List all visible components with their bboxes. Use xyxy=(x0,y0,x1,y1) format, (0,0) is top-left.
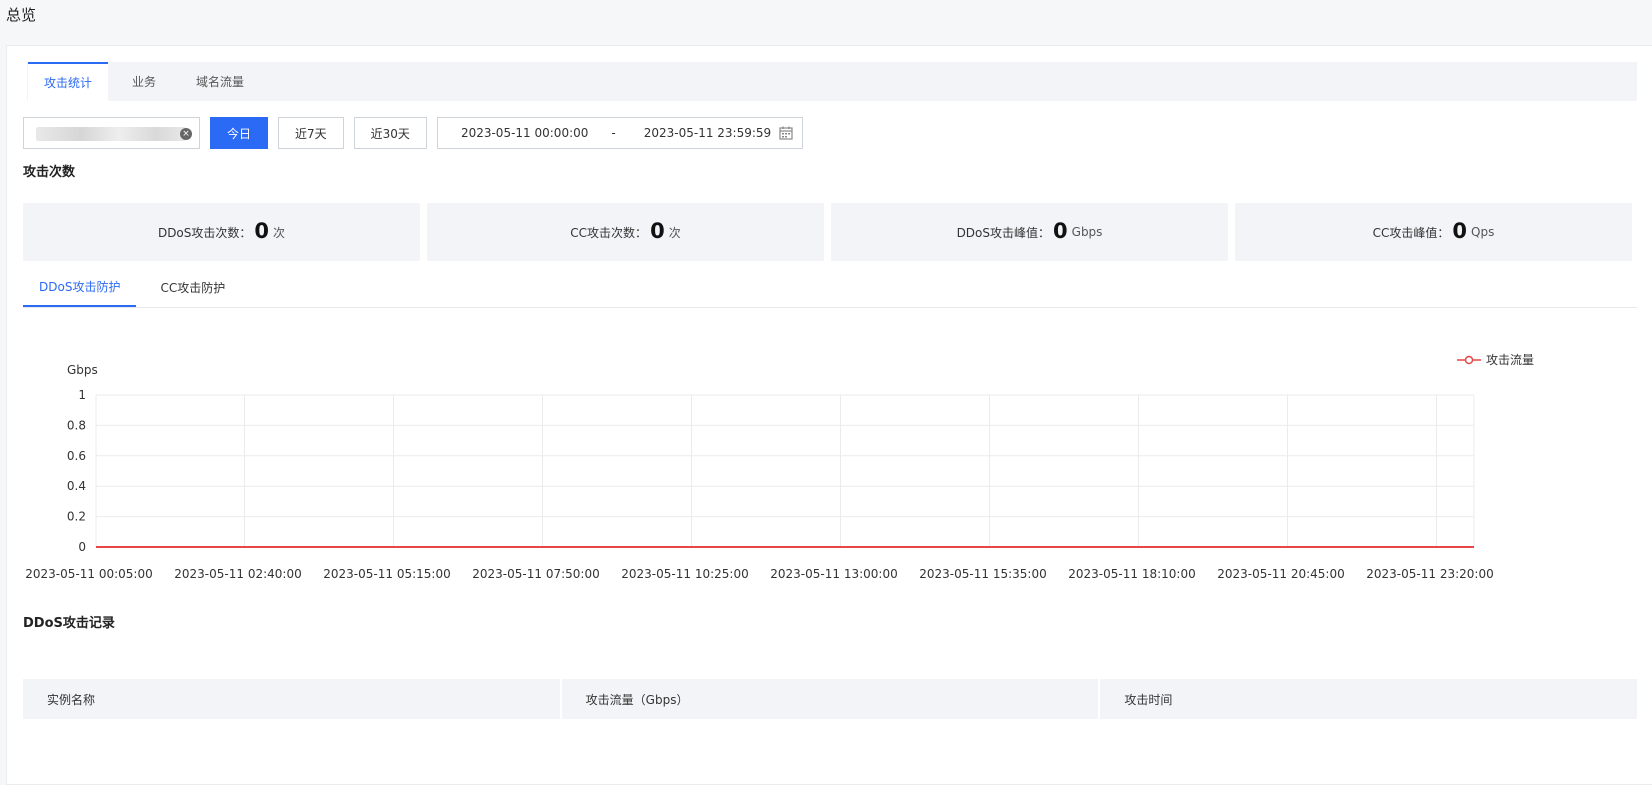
calendar-icon[interactable] xyxy=(779,126,793,140)
legend-marker xyxy=(1464,355,1474,365)
stat-label: DDoS攻击峰值： xyxy=(956,225,1051,240)
column-header-attack-time[interactable]: 攻击时间 xyxy=(1100,679,1638,719)
redacted-instance-value xyxy=(36,127,186,141)
clear-icon[interactable]: × xyxy=(180,128,192,140)
stat-label: DDoS攻击次数： xyxy=(157,225,252,240)
x-tick-label: 2023-05-11 10:25:00 xyxy=(621,567,748,581)
x-tick-label: 2023-05-11 02:40:00 xyxy=(174,567,301,581)
stat-cards: DDoS攻击次数： 0 次 CC攻击次数： 0 次 DDoS攻击峰值： 0 Gb… xyxy=(23,203,1652,261)
stat-label: CC攻击峰值： xyxy=(1372,225,1450,240)
tab-business[interactable]: 业务 xyxy=(116,62,172,101)
stat-value: 0 xyxy=(650,219,665,243)
stat-cc-count: CC攻击次数： 0 次 xyxy=(427,203,824,261)
records-table-header: 实例名称 攻击流量（Gbps） 攻击时间 xyxy=(23,679,1638,719)
tab-cc-protection[interactable]: CC攻击防护 xyxy=(144,268,241,307)
attack-count-title: 攻击次数 xyxy=(23,165,76,180)
tab-domain-traffic[interactable]: 域名流量 xyxy=(180,62,260,101)
last-30-days-button[interactable]: 近30天 xyxy=(353,117,427,149)
y-tick-label: 0.6 xyxy=(67,449,86,463)
stat-unit: 次 xyxy=(273,225,286,240)
date-start: 2023-05-11 00:00:00 xyxy=(460,126,589,140)
y-tick-label: 0.2 xyxy=(67,510,86,524)
last-7-days-button[interactable]: 近7天 xyxy=(278,117,344,149)
tab-ddos-protection[interactable]: DDoS攻击防护 xyxy=(23,268,137,307)
x-tick-label: 2023-05-11 07:50:00 xyxy=(472,567,599,581)
x-tick-label: 2023-05-11 05:15:00 xyxy=(323,567,450,581)
stat-value: 0 xyxy=(1053,219,1068,243)
stat-ddos-count: DDoS攻击次数： 0 次 xyxy=(23,203,420,261)
page-title: 总览 xyxy=(6,6,37,24)
legend-label: 攻击流量 xyxy=(1486,353,1534,367)
stat-unit: 次 xyxy=(668,225,681,240)
stat-label: CC攻击次数： xyxy=(570,225,648,240)
main-panel: 攻击统计 业务 域名流量 × 今日 近7天 近30天 2023-05-11 00… xyxy=(6,45,1652,785)
x-tick-label: 2023-05-11 20:45:00 xyxy=(1217,567,1344,581)
stat-value: 0 xyxy=(254,219,270,243)
column-header-attack-traffic[interactable]: 攻击流量（Gbps） xyxy=(561,679,1101,719)
instance-select[interactable]: × xyxy=(23,117,200,149)
y-tick-label: 0 xyxy=(78,540,86,554)
y-tick-label: 0.4 xyxy=(67,479,86,493)
x-tick-label: 2023-05-11 13:00:00 xyxy=(770,567,897,581)
stat-value: 0 xyxy=(1452,219,1468,243)
y-tick-label: 1 xyxy=(78,388,86,402)
date-range-picker[interactable]: 2023-05-11 00:00:00 - 2023-05-11 23:59:5… xyxy=(436,117,803,149)
x-tick-label: 2023-05-11 15:35:00 xyxy=(919,567,1046,581)
stat-ddos-peak: DDoS攻击峰值： 0 Gbps xyxy=(831,203,1228,261)
today-button[interactable]: 今日 xyxy=(210,117,269,149)
ddos-records-title: DDoS攻击记录 xyxy=(23,616,115,631)
stat-unit: Qps xyxy=(1471,225,1495,239)
filter-bar: × 今日 近7天 近30天 2023-05-11 00:00:00 - 2023… xyxy=(23,117,803,149)
top-tabs: 攻击统计 业务 域名流量 xyxy=(27,62,1637,101)
x-tick-label: 2023-05-11 00:05:00 xyxy=(25,567,152,581)
stat-cc-peak: CC攻击峰值： 0 Qps xyxy=(1235,203,1632,261)
x-tick-label: 2023-05-11 23:20:00 xyxy=(1366,567,1493,581)
date-end: 2023-05-11 23:59:59 xyxy=(643,126,772,140)
tab-attack-stats[interactable]: 攻击统计 xyxy=(28,62,109,101)
attack-traffic-chart: 1 0.8 0.6 0.4 0.2 0 2023-05-11 00:05:00 2023-05… xyxy=(25,353,1534,581)
stat-unit: Gbps xyxy=(1071,225,1103,239)
y-axis-label: Gbps xyxy=(67,363,98,377)
date-separator: - xyxy=(611,126,616,140)
x-tick-label: 2023-05-11 18:10:00 xyxy=(1068,567,1195,581)
y-tick-label: 0.8 xyxy=(67,418,86,432)
column-header-instance-name[interactable]: 实例名称 xyxy=(23,679,562,719)
chart-tabs: DDoS攻击防护 CC攻击防护 xyxy=(23,268,1637,308)
